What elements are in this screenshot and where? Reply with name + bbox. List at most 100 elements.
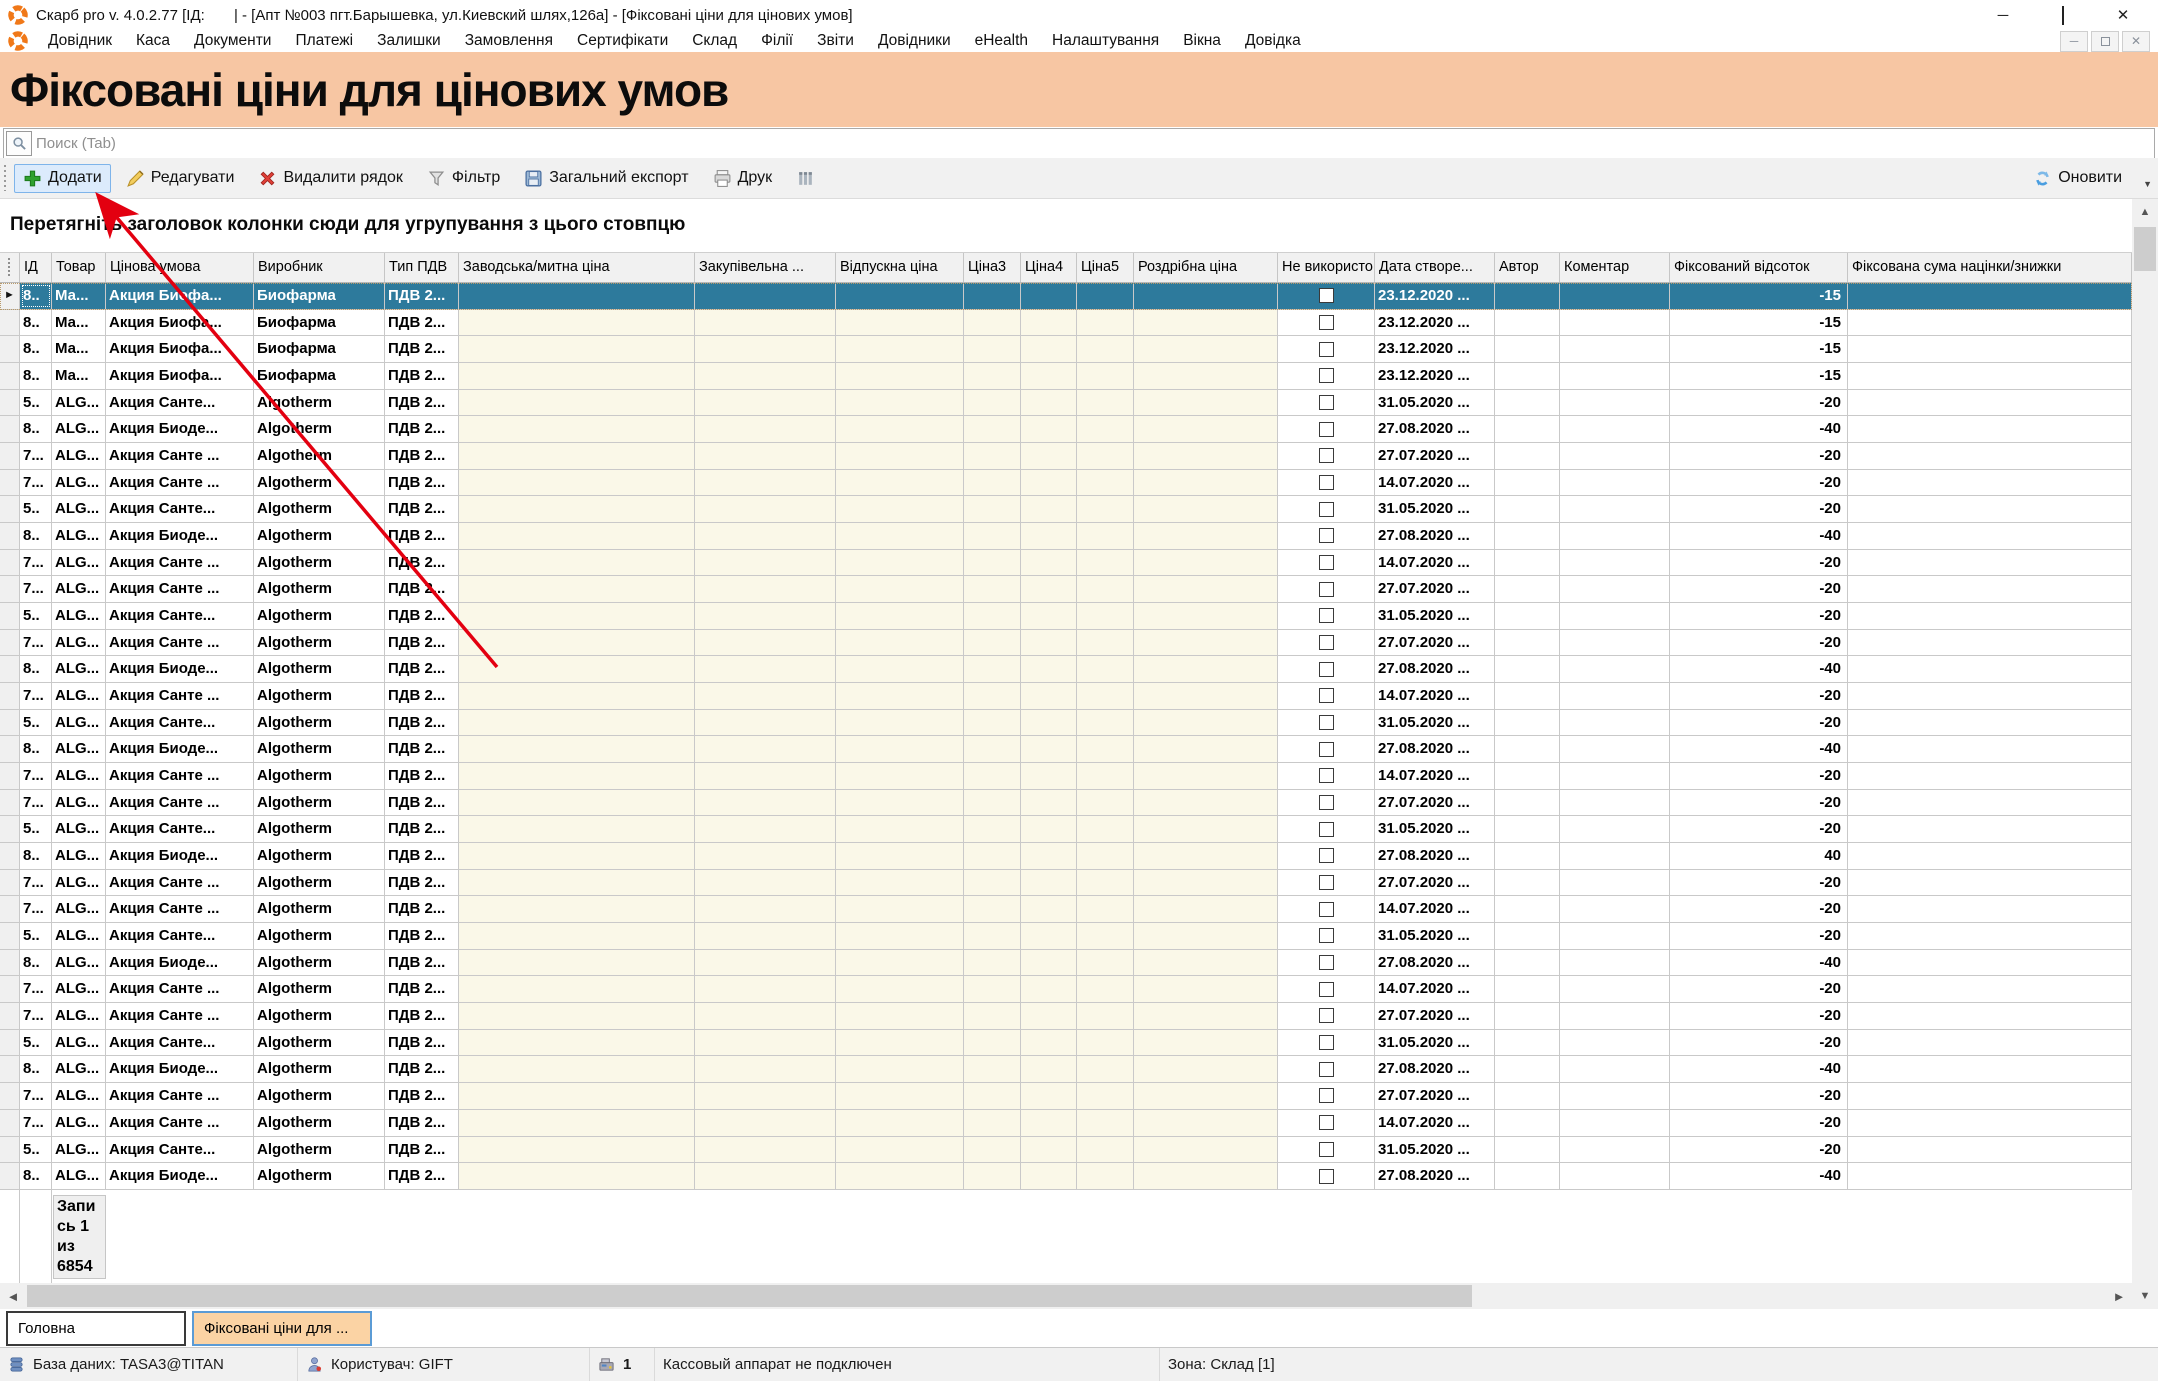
table-row[interactable]: 7...ALG...Акция Санте ...AlgothermПДВ 2.… xyxy=(0,790,2132,817)
not-used-checkbox[interactable] xyxy=(1319,822,1334,837)
scroll-up-icon[interactable]: ▲ xyxy=(2132,199,2158,225)
search-input[interactable]: Поиск (Tab) xyxy=(3,128,2155,159)
not-used-checkbox[interactable] xyxy=(1319,502,1334,517)
group-by-panel[interactable]: Перетягніть заголовок колонки сюди для у… xyxy=(0,199,2158,252)
toolbar-grip[interactable] xyxy=(3,165,8,191)
mdi-restore-button[interactable] xyxy=(2091,31,2119,52)
menu-item[interactable]: Звіти xyxy=(805,32,866,50)
table-row[interactable]: 5..ALG...Акция Санте...AlgothermПДВ 2...… xyxy=(0,816,2132,843)
menu-item[interactable]: Замовлення xyxy=(453,32,565,50)
menu-item[interactable]: Каса xyxy=(124,32,182,50)
columns-button[interactable] xyxy=(787,164,824,193)
refresh-button[interactable]: Оновити xyxy=(2024,164,2131,193)
not-used-checkbox[interactable] xyxy=(1319,448,1334,463)
not-used-checkbox[interactable] xyxy=(1319,368,1334,383)
table-row[interactable]: 7...ALG...Акция Санте ...AlgothermПДВ 2.… xyxy=(0,443,2132,470)
table-row[interactable]: 8..ALG...Акция Биоде...AlgothermПДВ 2...… xyxy=(0,1163,2132,1190)
table-row[interactable]: 8..ALG...Акция Биоде...AlgothermПДВ 2...… xyxy=(0,1056,2132,1083)
column-header[interactable]: Ціна5 xyxy=(1077,253,1134,282)
not-used-checkbox[interactable] xyxy=(1319,955,1334,970)
minimize-button[interactable]: ─ xyxy=(1994,7,2012,24)
menu-item[interactable]: eHealth xyxy=(963,32,1040,50)
table-row[interactable]: 5..ALG...Акция Санте...AlgothermПДВ 2...… xyxy=(0,603,2132,630)
not-used-checkbox[interactable] xyxy=(1319,342,1334,357)
not-used-checkbox[interactable] xyxy=(1319,848,1334,863)
not-used-checkbox[interactable] xyxy=(1319,715,1334,730)
table-row[interactable]: 5..ALG...Акция Санте...AlgothermПДВ 2...… xyxy=(0,923,2132,950)
add-button[interactable]: Додати xyxy=(14,164,111,193)
not-used-checkbox[interactable] xyxy=(1319,475,1334,490)
restore-button[interactable] xyxy=(2054,7,2072,24)
column-header[interactable]: Тип ПДВ xyxy=(385,253,459,282)
edit-button[interactable]: Редагувати xyxy=(117,164,244,193)
table-row[interactable]: 8..Ма...Акция Биофа...БиофармаПДВ 2...23… xyxy=(0,310,2132,337)
scroll-right-icon[interactable]: ► xyxy=(2106,1283,2132,1309)
menu-item[interactable]: Склад xyxy=(680,32,749,50)
column-header[interactable]: ІД xyxy=(20,253,52,282)
horizontal-scrollbar[interactable]: ◄ ► xyxy=(0,1283,2132,1309)
horizontal-scroll-thumb[interactable] xyxy=(27,1285,1472,1307)
column-header[interactable]: Заводська/митна ціна xyxy=(459,253,695,282)
table-row[interactable]: 7...ALG...Акция Санте ...AlgothermПДВ 2.… xyxy=(0,896,2132,923)
column-header[interactable]: Фіксований відсоток xyxy=(1670,253,1848,282)
not-used-checkbox[interactable] xyxy=(1319,928,1334,943)
menu-item[interactable]: Довідка xyxy=(1233,32,1313,50)
not-used-checkbox[interactable] xyxy=(1319,768,1334,783)
table-row[interactable]: 8..ALG...Акция Биоде...AlgothermПДВ 2...… xyxy=(0,950,2132,977)
not-used-checkbox[interactable] xyxy=(1319,795,1334,810)
column-header[interactable]: Автор xyxy=(1495,253,1560,282)
not-used-checkbox[interactable] xyxy=(1319,1142,1334,1157)
column-header[interactable]: Дата створе... xyxy=(1375,253,1495,282)
column-header[interactable]: Фіксована сума націнки/знижки xyxy=(1848,253,2132,282)
column-header[interactable]: Цінова умова xyxy=(106,253,254,282)
column-header[interactable]: Роздрібна ціна xyxy=(1134,253,1278,282)
menu-item[interactable]: Налаштування xyxy=(1040,32,1171,50)
menu-item[interactable]: Залишки xyxy=(365,32,453,50)
not-used-checkbox[interactable] xyxy=(1319,1035,1334,1050)
column-header[interactable]: Закупівельна ... xyxy=(695,253,836,282)
export-button[interactable]: Загальний експорт xyxy=(515,164,697,193)
column-header[interactable]: Відпускна ціна xyxy=(836,253,964,282)
table-row[interactable]: 5..ALG...Акция Санте...AlgothermПДВ 2...… xyxy=(0,496,2132,523)
not-used-checkbox[interactable] xyxy=(1319,742,1334,757)
vertical-scrollbar[interactable]: ▲ ▼ xyxy=(2132,199,2158,1309)
table-row[interactable]: 8..ALG...Акция Биоде...AlgothermПДВ 2...… xyxy=(0,736,2132,763)
not-used-checkbox[interactable] xyxy=(1319,982,1334,997)
column-header[interactable]: Ціна4 xyxy=(1021,253,1077,282)
not-used-checkbox[interactable] xyxy=(1319,1088,1334,1103)
not-used-checkbox[interactable] xyxy=(1319,662,1334,677)
not-used-checkbox[interactable] xyxy=(1319,688,1334,703)
table-row[interactable]: 7...ALG...Акция Санте ...AlgothermПДВ 2.… xyxy=(0,683,2132,710)
column-header[interactable]: Виробник xyxy=(254,253,385,282)
table-row[interactable]: 5..ALG...Акция Санте...AlgothermПДВ 2...… xyxy=(0,1030,2132,1057)
vertical-scroll-thumb[interactable] xyxy=(2134,227,2156,271)
table-row[interactable]: 8..ALG...Акция Биоде...AlgothermПДВ 2...… xyxy=(0,523,2132,550)
table-row[interactable]: 7...ALG...Акция Санте ...AlgothermПДВ 2.… xyxy=(0,630,2132,657)
scroll-down-icon[interactable]: ▼ xyxy=(2132,1283,2158,1309)
table-row[interactable]: 7...ALG...Акция Санте ...AlgothermПДВ 2.… xyxy=(0,870,2132,897)
menu-item[interactable]: Сертифікати xyxy=(565,32,680,50)
table-row[interactable]: 8..Ма...Акция Биофа...БиофармаПДВ 2...23… xyxy=(0,336,2132,363)
menu-item[interactable]: Довідники xyxy=(866,32,963,50)
toolbar-overflow-icon[interactable]: ▼ xyxy=(2143,179,2152,193)
tab-fixed-prices[interactable]: Фіксовані ціни для ... xyxy=(192,1311,372,1346)
table-row[interactable]: 7...ALG...Акция Санте ...AlgothermПДВ 2.… xyxy=(0,1003,2132,1030)
table-row[interactable]: 7...ALG...Акция Санте ...AlgothermПДВ 2.… xyxy=(0,550,2132,577)
not-used-checkbox[interactable] xyxy=(1319,528,1334,543)
menu-item[interactable]: Довідник xyxy=(36,32,124,50)
mdi-minimize-button[interactable]: ─ xyxy=(2060,31,2088,52)
mdi-close-button[interactable]: ✕ xyxy=(2122,31,2150,52)
delete-row-button[interactable]: Видалити рядок xyxy=(249,164,411,193)
table-row[interactable]: 5..ALG...Акция Санте...AlgothermПДВ 2...… xyxy=(0,390,2132,417)
menu-item[interactable]: Платежі xyxy=(283,32,365,50)
not-used-checkbox[interactable] xyxy=(1319,1115,1334,1130)
table-row[interactable]: 7...ALG...Акция Санте ...AlgothermПДВ 2.… xyxy=(0,576,2132,603)
column-header[interactable]: Ціна3 xyxy=(964,253,1021,282)
table-row[interactable]: 7...ALG...Акция Санте ...AlgothermПДВ 2.… xyxy=(0,1110,2132,1137)
table-row[interactable]: ►8..Ма...Акция Биофа...БиофармаПДВ 2...2… xyxy=(0,283,2132,310)
table-row[interactable]: 8..ALG...Акция Биоде...AlgothermПДВ 2...… xyxy=(0,843,2132,870)
tab-home[interactable]: Головна xyxy=(6,1311,186,1346)
table-row[interactable]: 7...ALG...Акция Санте ...AlgothermПДВ 2.… xyxy=(0,470,2132,497)
table-row[interactable]: 7...ALG...Акция Санте ...AlgothermПДВ 2.… xyxy=(0,763,2132,790)
table-row[interactable]: 8..ALG...Акция Биоде...AlgothermПДВ 2...… xyxy=(0,656,2132,683)
